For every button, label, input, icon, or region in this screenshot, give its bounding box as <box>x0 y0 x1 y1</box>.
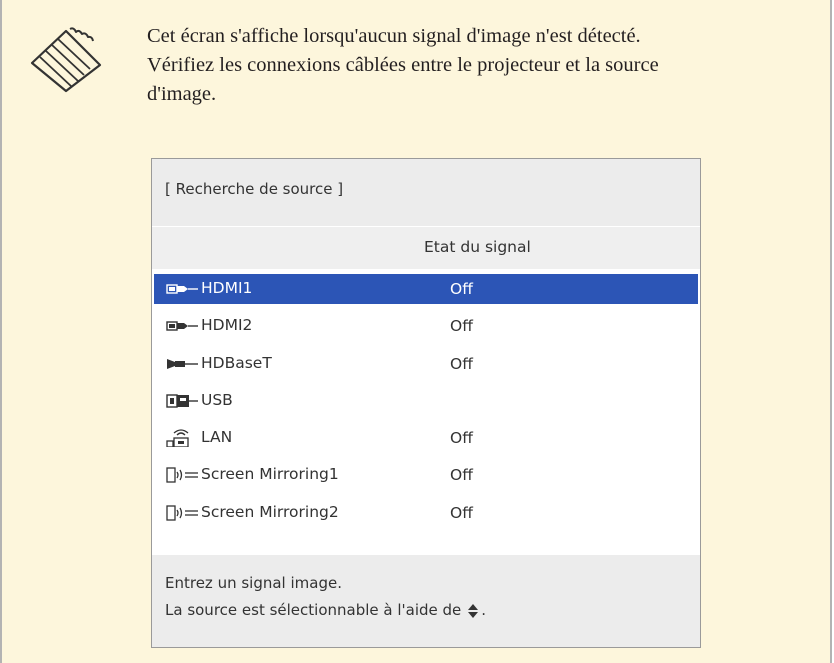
footer-hint-period: . <box>481 601 487 619</box>
source-row-lan[interactable]: LAN Off <box>154 423 698 453</box>
signal-status: Off <box>450 466 473 484</box>
dialog-header: [ Recherche de source ] <box>152 159 700 226</box>
source-name: HDMI1 <box>201 279 253 297</box>
source-row-hdmi1[interactable]: HDMI1 Off <box>154 274 698 304</box>
dialog-footer: Entrez un signal image. La source est sé… <box>152 555 700 647</box>
source-row-screen-mirroring1[interactable]: Screen Mirroring1 Off <box>154 460 698 490</box>
footer-hint-text: La source est sélectionnable à l'aide de <box>165 601 462 619</box>
source-name: Screen Mirroring1 <box>201 465 339 483</box>
signal-status: Off <box>450 504 473 522</box>
usb-icon <box>166 394 198 408</box>
source-name: HDBaseT <box>201 354 272 372</box>
signal-status: Off <box>450 355 473 373</box>
source-name: USB <box>201 391 233 409</box>
signal-status: Off <box>450 280 473 298</box>
note-line: Cet écran s'affiche lorsqu'aucun signal … <box>147 25 641 47</box>
source-name: HDMI2 <box>201 316 253 334</box>
column-header: Etat du signal <box>152 227 700 269</box>
column-header-label: Etat du signal <box>424 238 531 256</box>
note-box: Cet écran s'affiche lorsqu'aucun signal … <box>0 0 832 663</box>
signal-status: Off <box>450 429 473 447</box>
hdbaset-icon <box>167 359 198 369</box>
hdmi-icon <box>166 321 198 331</box>
footer-message: Entrez un signal image. <box>165 574 342 592</box>
screen-mirroring-icon <box>166 467 198 483</box>
up-down-arrows-icon <box>468 603 479 618</box>
dialog-title: [ Recherche de source ] <box>165 180 344 198</box>
footer-hint: La source est sélectionnable à l'aide de… <box>165 601 486 619</box>
source-row-usb[interactable]: USB <box>154 386 698 416</box>
source-name: LAN <box>201 428 233 446</box>
note-line: d'image. <box>147 83 217 105</box>
note-pencil-icon <box>30 27 102 93</box>
source-name: Screen Mirroring2 <box>201 503 339 521</box>
screen-mirroring-icon <box>166 505 198 521</box>
source-row-hdbaset[interactable]: HDBaseT Off <box>154 349 698 379</box>
signal-status: Off <box>450 317 473 335</box>
note-line: Vérifiez les connexions câblées entre le… <box>147 54 659 76</box>
source-row-hdmi2[interactable]: HDMI2 Off <box>154 311 698 341</box>
source-row-screen-mirroring2[interactable]: Screen Mirroring2 Off <box>154 498 698 528</box>
lan-icon <box>166 429 189 447</box>
hdmi-icon <box>166 284 198 294</box>
source-search-dialog: [ Recherche de source ] Etat du signal H… <box>151 158 701 648</box>
note-text: Cet écran s'affiche lorsqu'aucun signal … <box>147 22 802 109</box>
